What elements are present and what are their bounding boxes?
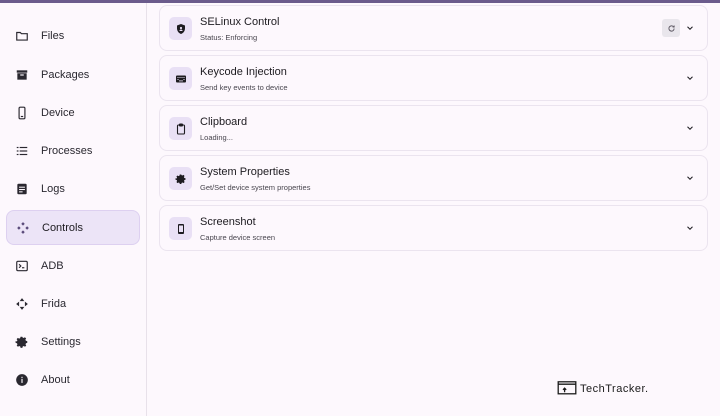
- sidebar-item-controls[interactable]: Controls: [6, 210, 140, 245]
- sidebar-item-adb[interactable]: ADB: [6, 248, 140, 283]
- clipboard-card[interactable]: Clipboard Loading...: [159, 105, 708, 151]
- sidebar-item-label: Settings: [41, 335, 81, 348]
- sidebar-item-label: Device: [41, 106, 75, 119]
- clipboard-icon: [169, 117, 192, 140]
- card-title: Keycode Injection: [200, 66, 287, 78]
- chevron-down-icon[interactable]: [685, 223, 695, 233]
- shield-icon: [169, 17, 192, 40]
- phone-icon: [169, 217, 192, 240]
- frida-icon: [15, 297, 29, 311]
- sidebar-item-label: Controls: [42, 221, 83, 234]
- gear-icon: [169, 167, 192, 190]
- monitor-icon: [557, 381, 577, 395]
- card-title: SELinux Control: [200, 16, 280, 28]
- card-subtitle: Capture device screen: [200, 233, 276, 242]
- card-subtitle: Status: Enforcing: [200, 33, 258, 42]
- card-title: Screenshot: [200, 216, 256, 228]
- sidebar: Files Packages Device Processes Logs Con…: [0, 3, 147, 416]
- sidebar-item-frida[interactable]: Frida: [6, 286, 140, 321]
- sidebar-item-label: ADB: [41, 259, 64, 272]
- card-subtitle: Loading...: [200, 133, 233, 142]
- gear-icon: [15, 335, 29, 349]
- system-properties-card[interactable]: System Properties Get/Set device system …: [159, 155, 708, 201]
- card-subtitle: Send key events to device: [200, 83, 288, 92]
- folder-icon: [15, 29, 29, 43]
- sidebar-item-device[interactable]: Device: [6, 95, 140, 130]
- sidebar-item-logs[interactable]: Logs: [6, 171, 140, 206]
- chevron-down-icon[interactable]: [685, 123, 695, 133]
- keyboard-icon: [169, 67, 192, 90]
- sidebar-item-label: Files: [41, 29, 65, 42]
- sidebar-item-label: Packages: [41, 68, 90, 81]
- list-icon: [15, 144, 29, 158]
- sidebar-item-settings[interactable]: Settings: [6, 324, 140, 359]
- chevron-down-icon[interactable]: [685, 173, 695, 183]
- sidebar-item-files[interactable]: Files: [6, 18, 140, 53]
- keycode-injection-card[interactable]: Keycode Injection Send key events to dev…: [159, 55, 708, 101]
- sidebar-item-processes[interactable]: Processes: [6, 133, 140, 168]
- document-icon: [15, 182, 29, 196]
- watermark-text: TechTracker.: [580, 383, 649, 395]
- info-icon: [15, 373, 29, 387]
- chevron-down-icon[interactable]: [685, 73, 695, 83]
- terminal-icon: [15, 259, 29, 273]
- selinux-control-card[interactable]: SELinux Control Status: Enforcing: [159, 5, 708, 51]
- card-title: System Properties: [200, 166, 290, 178]
- phone-icon: [15, 106, 29, 120]
- gamepad-icon: [16, 221, 30, 235]
- sidebar-item-about[interactable]: About: [6, 362, 140, 397]
- sidebar-item-label: Logs: [41, 182, 65, 195]
- chevron-down-icon[interactable]: [685, 23, 695, 33]
- sidebar-item-label: Processes: [41, 144, 93, 157]
- card-subtitle: Get/Set device system properties: [200, 183, 311, 192]
- sidebar-item-label: Frida: [41, 297, 67, 310]
- refresh-button[interactable]: [662, 19, 680, 37]
- sidebar-item-label: About: [41, 373, 70, 386]
- card-title: Clipboard: [200, 116, 248, 128]
- screenshot-card[interactable]: Screenshot Capture device screen: [159, 205, 708, 251]
- watermark-logo: TechTracker.: [557, 381, 649, 397]
- package-icon: [15, 68, 29, 82]
- sidebar-item-packages[interactable]: Packages: [6, 57, 140, 92]
